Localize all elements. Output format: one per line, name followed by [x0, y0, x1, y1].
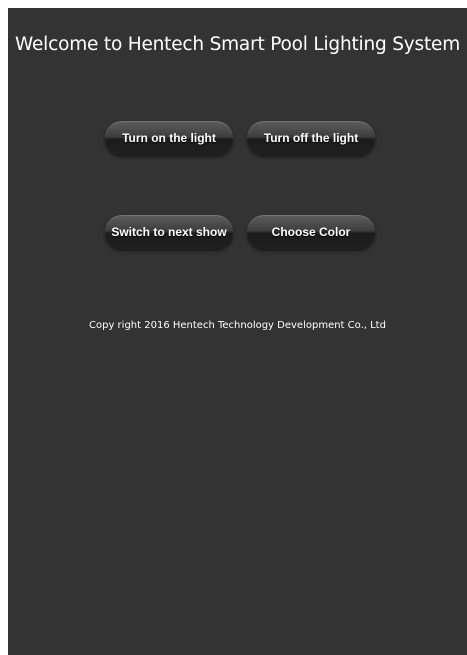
next-show-button[interactable]: Switch to next show	[105, 215, 233, 249]
turn-off-light-button[interactable]: Turn off the light	[247, 121, 375, 155]
turn-on-light-button[interactable]: Turn on the light	[105, 121, 233, 155]
app-screen: Welcome to Hentech Smart Pool Lighting S…	[8, 8, 467, 655]
choose-color-button[interactable]: Choose Color	[247, 215, 375, 249]
copyright-text: Copy right 2016 Hentech Technology Devel…	[89, 320, 386, 331]
page-title: Welcome to Hentech Smart Pool Lighting S…	[14, 34, 461, 55]
